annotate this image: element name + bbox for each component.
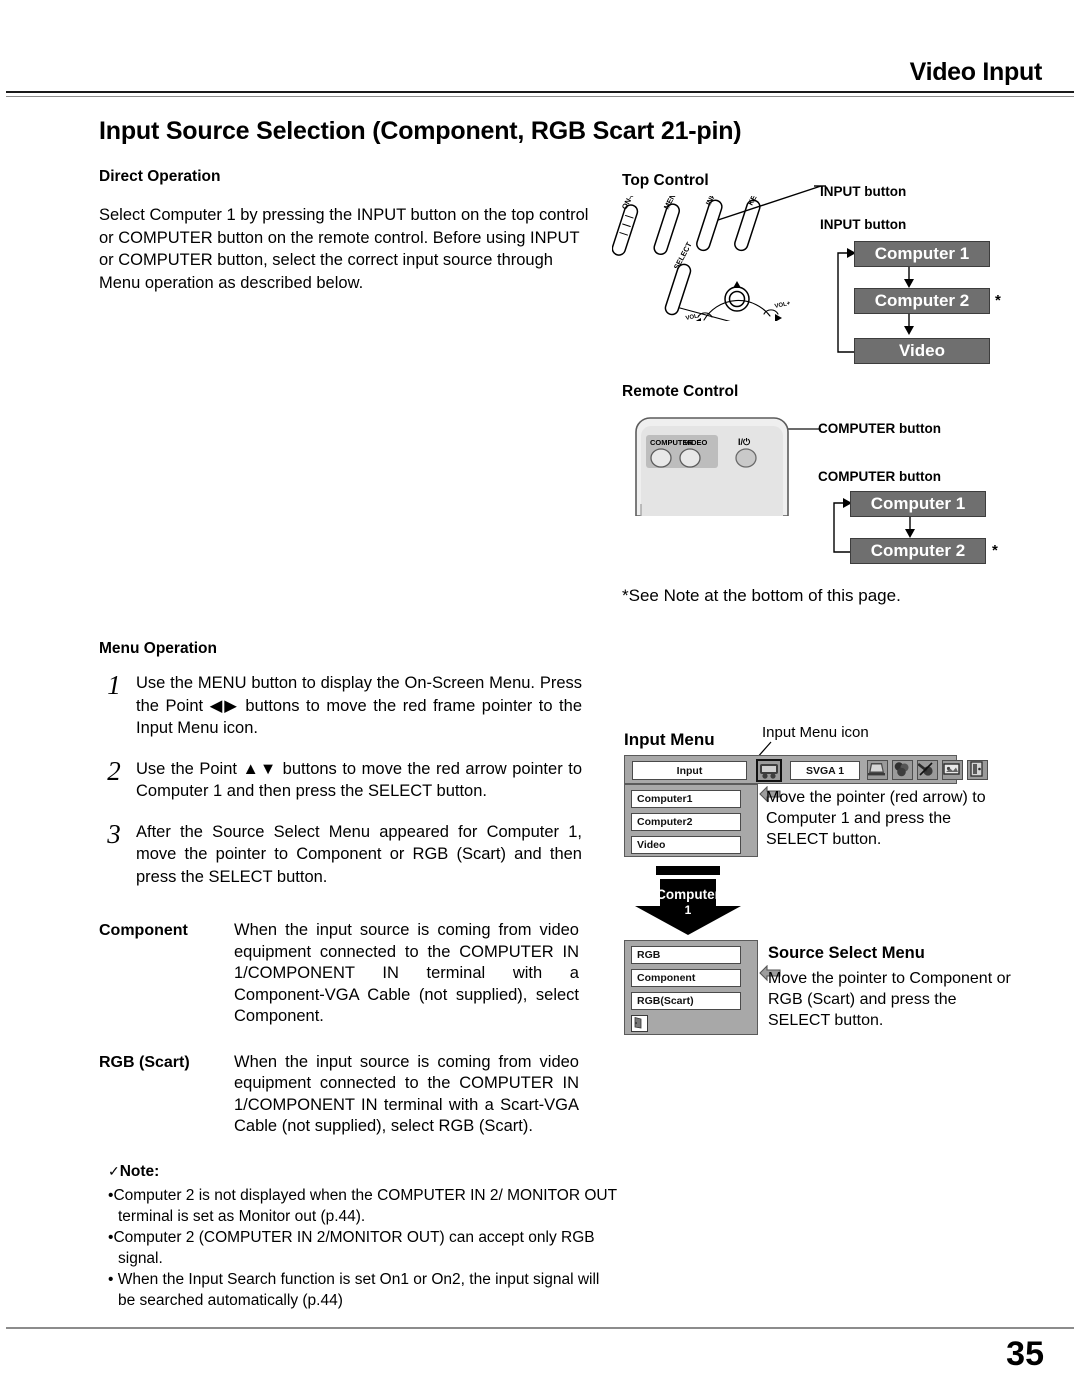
note-item-text: Computer 2 (COMPUTER IN 2/MONITOR OUT) c… (113, 1229, 595, 1267)
definition-term: Component (99, 922, 188, 939)
definition-description: When the input source is coming from vid… (234, 1052, 579, 1136)
note-item-text: Computer 2 is not displayed when the COM… (113, 1187, 617, 1225)
svg-text:MENU: MENU (662, 196, 680, 211)
remote-control-illustration: COMPUTER VIDEO I/⏻ (632, 416, 792, 516)
svg-text:VIDEO: VIDEO (684, 438, 708, 447)
check-icon: ✓ (108, 1163, 120, 1179)
step-text: After the Source Select Menu appeared fo… (136, 822, 582, 886)
note-item: •Computer 2 (COMPUTER IN 2/MONITOR OUT) … (108, 1228, 618, 1269)
step-text: Use the MENU button to display the On-Sc… (136, 674, 582, 737)
footer-rule (6, 1327, 1074, 1329)
manual-page: Video Input Input Source Selection (Comp… (0, 0, 1080, 1397)
screen-icon[interactable] (942, 760, 963, 780)
top-control-panel-illustration: ON-OFF MENU INPUT KEYSTONE SELECT VOL- V… (612, 196, 807, 321)
top-control-flow-diagram: Computer 1 Computer 2 Video * (832, 240, 1002, 366)
color-adjust-icon[interactable] (892, 760, 913, 780)
osd-item-computer1[interactable]: Computer1 (631, 790, 741, 808)
remote-asterisk: * (992, 542, 998, 559)
step-item: 3 After the Source Select Menu appeared … (92, 818, 582, 889)
input-menu-icon[interactable] (756, 759, 782, 782)
top-control-flow-title: INPUT button (820, 217, 907, 232)
header-rule (6, 91, 1074, 93)
source-definitions: Component When the input source is comin… (99, 920, 579, 1162)
osd-menubar-title: Input (632, 761, 747, 780)
flow-box-computer1: Computer 1 (854, 241, 990, 267)
input-menu-heading: Input Menu (624, 730, 715, 749)
running-head: Video Input (909, 58, 1043, 86)
osd-input-list: Computer1 Computer2 Video (624, 784, 758, 857)
source-select-instruction: Move the pointer to Component or RGB (Sc… (768, 970, 1011, 1029)
remote-flow-diagram: Computer 1 Computer 2 * (828, 490, 1003, 570)
svg-text:VOL+: VOL+ (774, 301, 791, 310)
step-item: 1 Use the MENU button to display the On-… (92, 672, 582, 740)
computer-icon[interactable] (867, 760, 888, 780)
osd-menu-bar: Input SVGA 1 (624, 755, 988, 784)
osd-signal-value: SVGA 1 (790, 761, 860, 780)
top-control-heading: Top Control (622, 172, 709, 189)
note-block: ✓Note: •Computer 2 is not displayed when… (108, 1163, 618, 1312)
osd-item-rgb-scart[interactable]: RGB(Scart) (631, 992, 741, 1010)
bullet-icon: • (108, 1271, 114, 1288)
svg-text:ON-OFF: ON-OFF (620, 196, 642, 211)
definition-item: Component When the input source is comin… (99, 920, 579, 1028)
definition-description: When the input source is coming from vid… (234, 921, 579, 1025)
page-number: 35 (1006, 1335, 1044, 1373)
setting-icon[interactable] (967, 760, 988, 780)
image-adjust-icon[interactable] (917, 760, 938, 780)
exit-icon[interactable] (631, 1015, 648, 1032)
flow-box-computer2: Computer 2 (854, 288, 990, 314)
step-item: 2 Use the Point ▲▼ buttons to move the r… (92, 755, 582, 803)
step-number: 3 (107, 818, 121, 849)
step-text: Use the Point ▲▼ buttons to move the red… (136, 759, 582, 801)
svg-text:Computer: Computer (656, 887, 720, 902)
note-heading-label: Note: (119, 1163, 160, 1180)
menu-operation-steps: 1 Use the MENU button to display the On-… (92, 672, 582, 906)
source-select-heading: Source Select Menu (768, 944, 925, 962)
osd-source-select-list: RGB Component RGB(Scart) (624, 940, 758, 1035)
note-item: •Computer 2 is not displayed when the CO… (108, 1186, 618, 1227)
input-menu-instruction: Move the pointer (red arrow) to Computer… (766, 789, 986, 848)
note-item-text: When the Input Search function is set On… (117, 1271, 600, 1309)
page-title: Input Source Selection (Component, RGB S… (99, 117, 742, 145)
direct-operation-heading: Direct Operation (99, 168, 221, 185)
note-item: • When the Input Search function is set … (108, 1270, 618, 1311)
note-heading: ✓Note: (108, 1163, 618, 1181)
flow-box-video: Video (854, 338, 990, 364)
osd-item-video[interactable]: Video (631, 836, 741, 854)
direct-operation-section: Direct Operation Select Computer 1 by pr… (99, 168, 589, 294)
svg-text:I/⏻: I/⏻ (738, 437, 751, 447)
direct-operation-body: Select Computer 1 by pressing the INPUT … (99, 206, 589, 292)
svg-text:SELECT: SELECT (672, 240, 694, 271)
input-menu-icon-callout: Input Menu icon (762, 724, 869, 741)
definition-term: RGB (Scart) (99, 1053, 190, 1071)
top-control-callout-label: INPUT button (820, 184, 907, 199)
remote-flow-title: COMPUTER button (818, 469, 941, 484)
remote-callout-label: COMPUTER button (818, 421, 941, 436)
step-number: 1 (107, 670, 121, 700)
remote-control-heading: Remote Control (622, 383, 739, 400)
header-rule-secondary (6, 96, 1074, 97)
remote-flow-box-computer1: Computer 1 (850, 491, 986, 517)
osd-item-component[interactable]: Component (631, 969, 741, 987)
remote-footnote: *See Note at the bottom of this page. (622, 586, 901, 605)
definition-item: RGB (Scart) When the input source is com… (99, 1052, 579, 1138)
svg-text:1: 1 (685, 903, 692, 917)
top-control-asterisk: * (995, 292, 1001, 309)
osd-item-rgb[interactable]: RGB (631, 946, 741, 964)
menu-operation-heading: Menu Operation (99, 640, 217, 657)
remote-flow-box-computer2: Computer 2 (850, 538, 986, 564)
step-number: 2 (107, 755, 121, 786)
osd-item-computer2[interactable]: Computer2 (631, 813, 741, 831)
computer1-pointer-arrow: Computer 1 (630, 866, 748, 936)
